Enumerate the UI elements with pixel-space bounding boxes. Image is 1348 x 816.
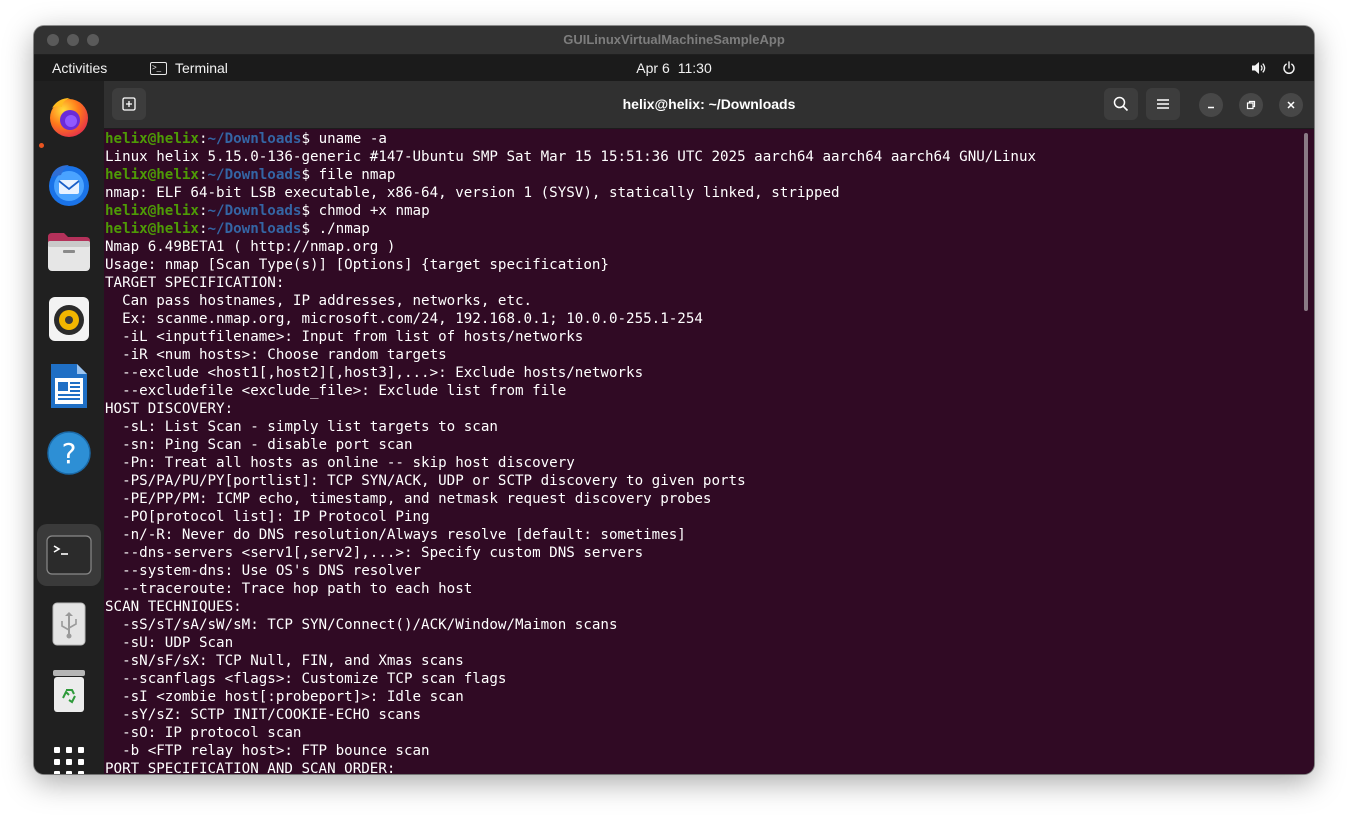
firefox-icon: [50, 98, 88, 137]
output-line: --dns-servers <serv1[,serv2],...>: Speci…: [105, 545, 644, 561]
terminal-headerbar: helix@helix: ~/Downloads: [104, 81, 1314, 129]
prompt-command: $ uname -a: [301, 131, 387, 147]
output-line: Linux helix 5.15.0-136-generic #147-Ubun…: [105, 149, 1037, 165]
output-line: Can pass hostnames, IP addresses, networ…: [105, 293, 533, 309]
app-grid-icon: [54, 747, 84, 774]
host-titlebar: GUILinuxVirtualMachineSampleApp: [34, 26, 1314, 55]
output-line: SCAN TECHNIQUES:: [105, 599, 242, 615]
maximize-icon: [1246, 100, 1256, 110]
prompt-path: ~/Downloads: [207, 167, 302, 183]
prompt-line: helix@helix:~/Downloads$ uname -a: [105, 130, 1036, 148]
search-icon: [1113, 96, 1129, 112]
output-line: -sU: UDP Scan: [105, 635, 234, 651]
output-line: nmap: ELF 64-bit LSB executable, x86-64,…: [105, 185, 840, 201]
power-icon: [1283, 61, 1295, 75]
dock-item-thunderbird[interactable]: [37, 154, 101, 216]
output-line: Ex: scanme.nmap.org, microsoft.com/24, 1…: [105, 311, 703, 327]
dock-item-terminal[interactable]: [37, 524, 101, 586]
output-line: -sL: List Scan - simply list targets to …: [105, 419, 498, 435]
output-line: -Pn: Treat all hosts as online -- skip h…: [105, 455, 575, 471]
help-icon: ?: [47, 431, 91, 475]
show-applications-button[interactable]: [37, 731, 101, 774]
output-line: -sY/sZ: SCTP INIT/COOKIE-ECHO scans: [105, 707, 422, 723]
gnome-top-bar: Activities >_ Terminal Apr 6 11:30: [34, 55, 1314, 81]
minimize-button[interactable]: [1199, 93, 1223, 117]
volume-icon: [1252, 62, 1266, 74]
dock-item-usb-drive[interactable]: [37, 593, 101, 655]
minimize-icon: [1208, 106, 1214, 109]
output-line: Usage: nmap [Scan Type(s)] [Options] {ta…: [105, 257, 609, 273]
files-folder-icon: [48, 233, 90, 271]
host-window-title: GUILinuxVirtualMachineSampleApp: [563, 32, 785, 47]
terminal-output[interactable]: helix@helix:~/Downloads$ uname -a Linux h…: [104, 129, 1314, 774]
prompt-path: ~/Downloads: [207, 221, 302, 237]
terminal-lines: helix@helix:~/Downloads$ uname -a Linux h…: [105, 130, 1036, 774]
prompt-user: helix@helix: [105, 221, 199, 237]
prompt-separator: :: [198, 131, 208, 147]
close-button[interactable]: [1279, 93, 1303, 117]
prompt-separator: :: [198, 167, 208, 183]
dock-item-firefox[interactable]: [37, 86, 101, 148]
dock-item-writer[interactable]: [37, 355, 101, 417]
output-line: PORT SPECIFICATION AND SCAN ORDER:: [105, 761, 396, 774]
trash-icon: [53, 670, 85, 712]
prompt-command: $ chmod +x nmap: [301, 203, 430, 219]
clock-time: 11:30: [677, 60, 712, 76]
output-line: -sN/sF/sX: TCP Null, FIN, and Xmas scans: [105, 653, 464, 669]
output-line: --excludefile <exclude_file>: Exclude li…: [105, 383, 567, 399]
output-line: -b <FTP relay host>: FTP bounce scan: [105, 743, 430, 759]
usb-drive-icon: [52, 602, 86, 646]
dock: ?: [34, 81, 104, 774]
maximize-button[interactable]: [1239, 93, 1263, 117]
svg-text:?: ?: [62, 437, 77, 470]
search-button[interactable]: [1104, 88, 1138, 120]
prompt-path: ~/Downloads: [207, 131, 302, 147]
dock-item-files[interactable]: [37, 221, 101, 283]
prompt-line: helix@helix:~/Downloads$ chmod +x nmap: [105, 202, 1036, 220]
prompt-user: helix@helix: [105, 131, 199, 147]
output-line: --scanflags <flags>: Customize TCP scan …: [105, 671, 507, 687]
prompt-user: helix@helix: [105, 167, 199, 183]
prompt-line: helix@helix:~/Downloads$ file nmap: [105, 166, 1036, 184]
terminal-icon: [46, 535, 92, 575]
output-line: --exclude <host1[,host2][,host3],...>: E…: [105, 365, 644, 381]
output-line: -sn: Ping Scan - disable port scan: [105, 437, 413, 453]
output-line: Nmap 6.49BETA1 ( http://nmap.org ): [105, 239, 396, 255]
menu-button[interactable]: [1146, 88, 1180, 120]
menu-icon: [1157, 99, 1169, 109]
prompt-path: ~/Downloads: [207, 203, 302, 219]
output-line: -iL <inputfilename>: Input from list of …: [105, 329, 584, 345]
output-line: -PO[protocol list]: IP Protocol Ping: [105, 509, 430, 525]
prompt-line: helix@helix:~/Downloads$ ./nmap: [105, 220, 1036, 238]
prompt-command: $ ./nmap: [301, 221, 370, 237]
rhythmbox-speaker-icon: [49, 297, 89, 341]
vm-window: GUILinuxVirtualMachineSampleApp Activiti…: [34, 26, 1314, 774]
output-line: -PE/PP/PM: ICMP echo, timestamp, and net…: [105, 491, 712, 507]
prompt-command: $ file nmap: [301, 167, 396, 183]
dock-item-rhythmbox[interactable]: [37, 288, 101, 350]
terminal-scrollbar[interactable]: [1304, 133, 1308, 311]
output-line: -sS/sT/sA/sW/sM: TCP SYN/Connect()/ACK/W…: [105, 617, 618, 633]
prompt-separator: :: [198, 221, 208, 237]
output-line: -sI <zombie host[:probeport]>: Idle scan: [105, 689, 464, 705]
close-icon: [1287, 101, 1295, 109]
thunderbird-mail-icon: [49, 165, 89, 206]
output-line: -iR <num hosts>: Choose random targets: [105, 347, 447, 363]
dock-item-trash[interactable]: [37, 660, 101, 722]
output-line: TARGET SPECIFICATION:: [105, 275, 285, 291]
output-line: --system-dns: Use OS's DNS resolver: [105, 563, 422, 579]
output-line: -PS/PA/PU/PY[portlist]: TCP SYN/ACK, UDP…: [105, 473, 746, 489]
clock-button[interactable]: Apr 6 11:30: [34, 55, 1314, 81]
output-line: --traceroute: Trace hop path to each hos…: [105, 581, 473, 597]
prompt-separator: :: [198, 203, 208, 219]
output-line: -n/-R: Never do DNS resolution/Always re…: [105, 527, 686, 543]
writer-document-icon: [51, 364, 87, 408]
clock-date: Apr 6: [636, 60, 670, 76]
dock-item-help[interactable]: ?: [37, 422, 101, 484]
system-menu[interactable]: [1251, 55, 1296, 81]
output-line: HOST DISCOVERY:: [105, 401, 234, 417]
output-line: -sO: IP protocol scan: [105, 725, 302, 741]
prompt-user: helix@helix: [105, 203, 199, 219]
